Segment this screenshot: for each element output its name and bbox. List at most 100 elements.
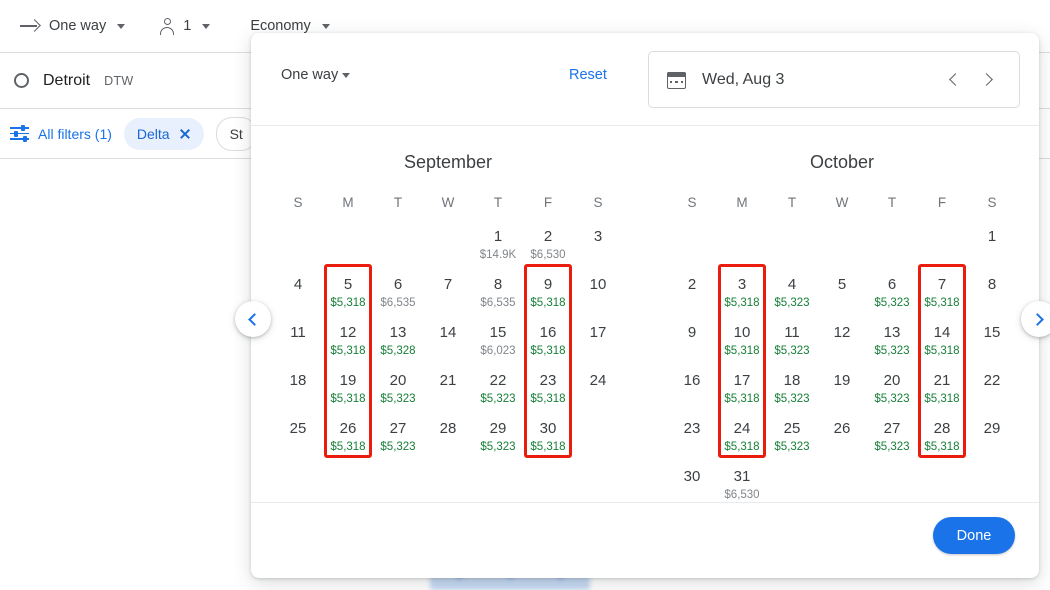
day-cell[interactable]: 28 $5,318 [917,416,967,464]
day-price: $6,535 [480,297,516,309]
day-cell[interactable]: 28 [423,416,473,464]
day-cell[interactable]: 19 $5,318 [323,368,373,416]
departure-date-field[interactable]: Wed, Aug 3 [648,51,1020,108]
day-cell[interactable]: 5 [817,272,867,320]
day-price: $5,323 [774,345,810,357]
day-cell[interactable]: 8 $6,535 [473,272,523,320]
day-cell[interactable]: 20 $5,323 [867,368,917,416]
day-number: 3 [593,228,603,245]
day-number: 17 [733,372,751,389]
day-cell[interactable]: 22 $5,323 [473,368,523,416]
next-date-button[interactable] [971,63,1005,97]
day-price: $5,318 [330,345,366,357]
day-cell[interactable]: 10 $5,318 [717,320,767,368]
day-cell[interactable]: 14 [423,320,473,368]
day-cell[interactable]: 3 $5,318 [717,272,767,320]
day-cell[interactable]: 27 $5,323 [373,416,423,464]
day-cell[interactable]: 17 $5,318 [717,368,767,416]
weekday-label: S [687,195,697,210]
next-month-page-button[interactable] [1021,301,1050,337]
day-cell[interactable]: 12 [817,320,867,368]
day-number: 7 [443,276,453,293]
day-cell[interactable]: 15 [967,320,1017,368]
day-cell[interactable]: 21 $5,318 [917,368,967,416]
day-cell[interactable]: 22 [967,368,1017,416]
day-number: 20 [883,372,901,389]
day-cell[interactable]: 12 $5,318 [323,320,373,368]
day-cell[interactable]: 2 [667,272,717,320]
all-filters-button[interactable]: All filters (1) [10,125,112,142]
day-cell[interactable]: 21 [423,368,473,416]
day-cell[interactable]: 30 $5,318 [523,416,573,464]
day-number: 5 [837,276,847,293]
origin-field[interactable]: Detroit DTW [0,53,134,108]
day-price: $5,318 [924,441,960,453]
day-cell[interactable]: 4 [273,272,323,320]
day-cell[interactable]: 23 $5,318 [523,368,573,416]
day-number: 10 [589,276,607,293]
day-cell[interactable]: 6 $5,323 [867,272,917,320]
day-cell[interactable]: 9 $5,318 [523,272,573,320]
day-cell[interactable]: 30 [667,464,717,512]
day-cell[interactable]: 7 [423,272,473,320]
day-number: 17 [589,324,607,341]
day-cell[interactable]: 29 [967,416,1017,464]
close-icon[interactable] [179,128,191,140]
day-cell[interactable]: 18 $5,323 [767,368,817,416]
day-cell[interactable]: 15 $6,023 [473,320,523,368]
day-cell[interactable]: 25 [273,416,323,464]
day-cell[interactable]: 9 [667,320,717,368]
day-number: 12 [833,324,851,341]
day-cell[interactable]: 19 [817,368,867,416]
day-cell[interactable]: 11 $5,323 [767,320,817,368]
day-cell[interactable]: 11 [273,320,323,368]
done-button[interactable]: Done [933,517,1015,554]
reset-button[interactable]: Reset [569,67,607,83]
dialog-trip-type-selector[interactable]: One way [281,67,351,83]
day-cell[interactable]: 18 [273,368,323,416]
day-cell[interactable]: 1 [967,224,1017,272]
day-cell[interactable]: 23 [667,416,717,464]
passengers-selector[interactable]: 1 [151,9,218,43]
day-cell[interactable]: 2 $6,530 [523,224,573,272]
day-cell-empty [817,224,867,272]
day-cell[interactable]: 24 $5,318 [717,416,767,464]
day-cell[interactable]: 26 [817,416,867,464]
day-price: $5,323 [380,393,416,405]
weekday-label: M [342,195,354,210]
day-cell[interactable]: 8 [967,272,1017,320]
day-cell[interactable]: 5 $5,318 [323,272,373,320]
day-cell[interactable]: 6 $6,535 [373,272,423,320]
previous-month-page-button[interactable] [235,301,271,337]
day-price: $5,318 [530,297,566,309]
day-cell[interactable]: 27 $5,323 [867,416,917,464]
day-number: 10 [733,324,751,341]
passengers-count: 1 [183,18,192,34]
day-cell[interactable]: 1 $14.9K [473,224,523,272]
day-cell[interactable]: 13 $5,323 [867,320,917,368]
day-number: 29 [983,420,1001,437]
day-cell[interactable]: 31 $6,530 [717,464,767,512]
day-cell[interactable]: 4 $5,323 [767,272,817,320]
day-cell[interactable]: 10 [573,272,623,320]
day-number: 23 [683,420,701,437]
day-number: 26 [339,420,357,437]
day-number: 20 [389,372,407,389]
day-cell[interactable]: 13 $5,328 [373,320,423,368]
day-cell[interactable]: 26 $5,318 [323,416,373,464]
day-cell[interactable]: 3 [573,224,623,272]
trip-type-selector[interactable]: One way [12,9,133,43]
day-cell[interactable]: 29 $5,323 [473,416,523,464]
day-cell[interactable]: 16 [667,368,717,416]
day-cell[interactable]: 14 $5,318 [917,320,967,368]
day-cell[interactable]: 24 [573,368,623,416]
filter-chip-delta[interactable]: Delta [123,117,204,150]
person-icon [159,17,176,35]
day-number: 25 [783,420,801,437]
day-cell[interactable]: 7 $5,318 [917,272,967,320]
day-cell[interactable]: 25 $5,323 [767,416,817,464]
previous-date-button[interactable] [937,63,971,97]
day-cell[interactable]: 20 $5,323 [373,368,423,416]
day-cell[interactable]: 16 $5,318 [523,320,573,368]
day-cell[interactable]: 17 [573,320,623,368]
